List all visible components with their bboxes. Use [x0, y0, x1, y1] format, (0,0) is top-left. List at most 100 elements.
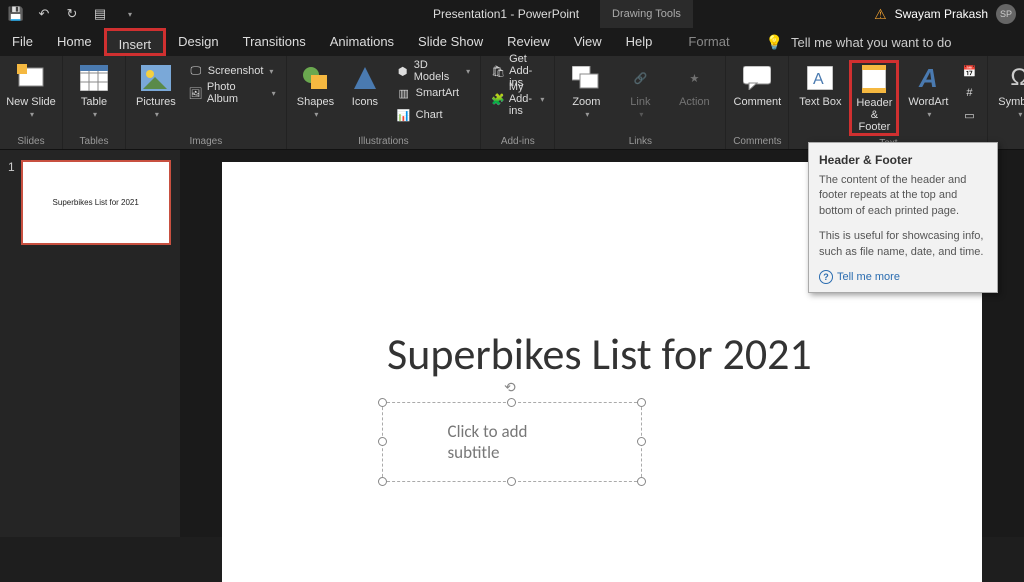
- comment-button[interactable]: Comment: [732, 60, 782, 108]
- slide-number-button[interactable]: #: [957, 82, 981, 104]
- rotate-handle-icon[interactable]: ⟲: [504, 379, 516, 396]
- tooltip-body-1: The content of the header and footer rep…: [819, 173, 987, 219]
- group-label-slides: Slides: [6, 134, 56, 147]
- icons-icon: [349, 62, 381, 94]
- my-addins-button[interactable]: 🧩My Add-ins▾: [487, 88, 548, 110]
- link-button: 🔗 Link▾: [615, 60, 665, 119]
- warning-icon[interactable]: ⚠: [874, 6, 887, 23]
- save-icon[interactable]: 💾: [8, 6, 24, 22]
- tooltip-tell-me-more-link[interactable]: ? Tell me more: [819, 270, 987, 284]
- screenshot-button[interactable]: 🖵Screenshot▾: [184, 60, 280, 82]
- avatar[interactable]: SP: [996, 4, 1016, 24]
- new-slide-button[interactable]: New Slide▾: [6, 60, 56, 119]
- resize-handle[interactable]: [378, 477, 387, 486]
- wordart-button[interactable]: A WordArt▾: [903, 60, 953, 119]
- group-tables: Table▾ Tables: [63, 56, 126, 149]
- qat-customize-icon[interactable]: ▾: [122, 6, 138, 22]
- get-addins-button[interactable]: 🛍Get Add-ins: [487, 60, 548, 82]
- text-box-button[interactable]: A Text Box: [795, 60, 845, 108]
- action-button: ★ Action: [669, 60, 719, 108]
- thumbnail-panel[interactable]: 1 Superbikes List for 2021: [0, 150, 180, 537]
- pictures-icon: [140, 62, 172, 94]
- shapes-icon: [299, 62, 331, 94]
- tell-me-search[interactable]: 💡 Tell me what you want to do: [766, 34, 952, 51]
- tab-design[interactable]: Design: [166, 28, 230, 56]
- group-label-comments: Comments: [732, 134, 782, 147]
- username: Swayam Prakash: [895, 7, 988, 21]
- comment-icon: [741, 62, 773, 94]
- 3d-models-icon: ⬢: [396, 63, 410, 79]
- 3d-models-button[interactable]: ⬢3D Models▾: [392, 60, 474, 82]
- object-button[interactable]: ▭: [957, 104, 981, 126]
- group-addins: 🛍Get Add-ins 🧩My Add-ins▾ Add-ins: [481, 56, 555, 149]
- resize-handle[interactable]: [637, 398, 646, 407]
- pictures-button[interactable]: Pictures▾: [132, 60, 180, 119]
- resize-handle[interactable]: [637, 477, 646, 486]
- subtitle-placeholder-text[interactable]: Click to add subtitle: [448, 421, 577, 463]
- start-from-beginning-icon[interactable]: ▤: [92, 6, 108, 22]
- tab-format[interactable]: Format: [676, 28, 741, 56]
- photo-album-button[interactable]: 🖼Photo Album▾: [184, 82, 280, 104]
- redo-icon[interactable]: ↻: [64, 6, 80, 22]
- undo-icon[interactable]: ↶: [36, 6, 52, 22]
- header-footer-tooltip: Header & Footer The content of the heade…: [808, 142, 998, 293]
- resize-handle[interactable]: [378, 437, 387, 446]
- chart-icon: 📊: [396, 107, 412, 123]
- group-label-tables: Tables: [69, 134, 119, 147]
- tab-file[interactable]: File: [0, 28, 45, 56]
- header-footer-icon: [858, 63, 890, 95]
- group-text: A Text Box Header & Footer A WordArt▾ 📅 …: [789, 56, 988, 149]
- group-label-illustrations: Illustrations: [293, 134, 474, 147]
- tab-animations[interactable]: Animations: [318, 28, 406, 56]
- date-time-icon: 📅: [961, 63, 977, 79]
- tab-transitions[interactable]: Transitions: [231, 28, 318, 56]
- group-illustrations: Shapes▾ Icons ⬢3D Models▾ ▥SmartArt 📊Cha…: [287, 56, 481, 149]
- link-icon: 🔗: [624, 62, 656, 94]
- store-icon: 🛍: [491, 63, 505, 79]
- slide-title-text[interactable]: Superbikes List for 2021: [387, 327, 812, 381]
- group-symbols: Ω Symbols▾: [988, 56, 1024, 149]
- slide-thumbnail-1[interactable]: 1 Superbikes List for 2021: [8, 160, 172, 245]
- table-button[interactable]: Table▾: [69, 60, 119, 119]
- zoom-icon: [570, 62, 602, 94]
- resize-handle[interactable]: [507, 477, 516, 486]
- object-icon: ▭: [961, 107, 977, 123]
- group-images: Pictures▾ 🖵Screenshot▾ 🖼Photo Album▾ Ima…: [126, 56, 287, 149]
- resize-handle[interactable]: [378, 398, 387, 407]
- zoom-button[interactable]: Zoom▾: [561, 60, 611, 119]
- wordart-icon: A: [912, 62, 944, 94]
- subtitle-placeholder[interactable]: ⟲ Click to add subtitle: [382, 402, 642, 482]
- help-icon: ?: [819, 270, 833, 284]
- shapes-button[interactable]: Shapes▾: [293, 60, 339, 119]
- thumbnail-title: Superbikes List for 2021: [53, 198, 139, 207]
- tab-view[interactable]: View: [562, 28, 614, 56]
- ribbon: New Slide▾ Slides Table▾ Tables Pictures…: [0, 56, 1024, 150]
- addins-icon: 🧩: [491, 91, 505, 107]
- resize-handle[interactable]: [507, 398, 516, 407]
- tooltip-title: Header & Footer: [819, 153, 987, 167]
- smartart-button[interactable]: ▥SmartArt: [392, 82, 474, 104]
- svg-text:A: A: [813, 71, 824, 88]
- group-slides: New Slide▾ Slides: [0, 56, 63, 149]
- new-slide-icon: [15, 62, 47, 94]
- date-time-button[interactable]: 📅: [957, 60, 981, 82]
- header-footer-button[interactable]: Header & Footer: [849, 60, 899, 136]
- tab-review[interactable]: Review: [495, 28, 562, 56]
- symbols-button[interactable]: Ω Symbols▾: [994, 60, 1024, 119]
- text-box-icon: A: [804, 62, 836, 94]
- group-comments: Comment Comments: [726, 56, 789, 149]
- document-title: Presentation1 - PowerPoint: [138, 7, 874, 21]
- group-label-addins: Add-ins: [487, 134, 548, 147]
- slide-number-icon: #: [961, 85, 977, 101]
- tab-help[interactable]: Help: [614, 28, 665, 56]
- context-tool-label: Drawing Tools: [600, 0, 693, 28]
- photo-album-icon: 🖼: [188, 85, 203, 101]
- tab-home[interactable]: Home: [45, 28, 104, 56]
- icons-button[interactable]: Icons: [342, 60, 388, 108]
- chart-button[interactable]: 📊Chart: [392, 104, 474, 126]
- ribbon-tabs: File Home Insert Design Transitions Anim…: [0, 28, 1024, 56]
- tab-slideshow[interactable]: Slide Show: [406, 28, 495, 56]
- resize-handle[interactable]: [637, 437, 646, 446]
- tab-insert[interactable]: Insert: [104, 28, 167, 56]
- group-label-images: Images: [132, 134, 280, 147]
